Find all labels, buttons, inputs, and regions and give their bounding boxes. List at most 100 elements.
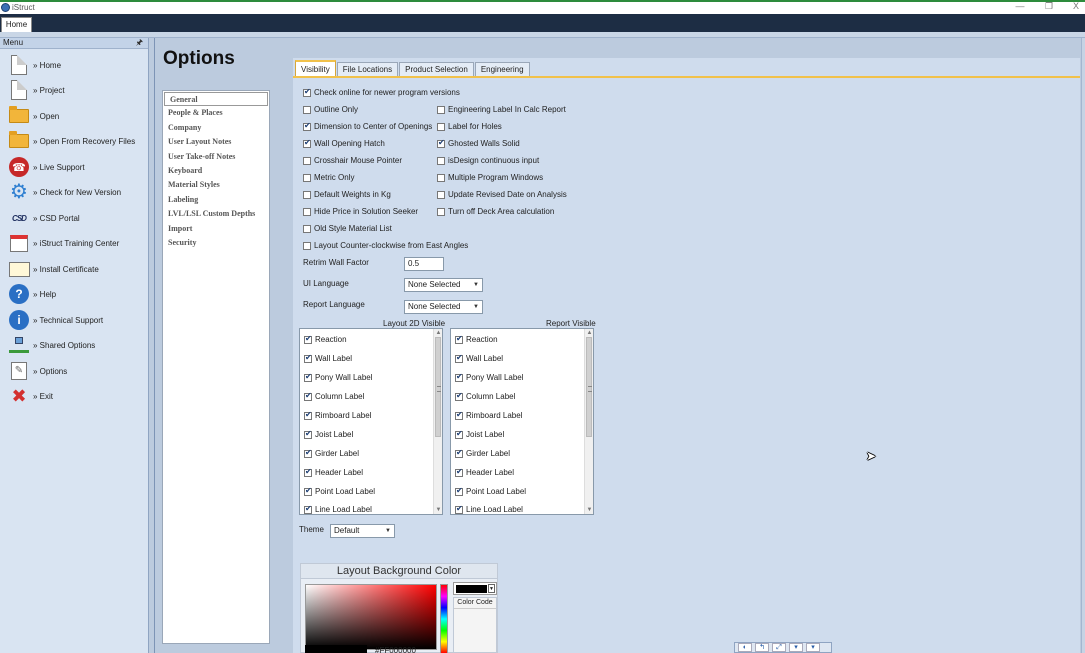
menu-item-live-support[interactable]: ☎ » Live Support bbox=[8, 155, 146, 179]
menu-item-help[interactable]: ? » Help bbox=[8, 282, 146, 306]
scroll-down-icon[interactable]: ▼ bbox=[434, 507, 442, 513]
dimension-center-openings-option[interactable]: Dimension to Center of Openings bbox=[303, 121, 432, 132]
list-item[interactable]: Wall Label bbox=[304, 353, 352, 364]
list-item[interactable]: Wall Label bbox=[455, 353, 503, 364]
list-item[interactable]: Rimboard Label bbox=[455, 410, 522, 421]
category-import[interactable]: Import bbox=[163, 222, 269, 236]
checkbox[interactable] bbox=[455, 504, 463, 514]
category-lvl-lsl-custom-depths[interactable]: LVL/LSL Custom Depths bbox=[163, 207, 269, 221]
update-revised-date-option[interactable]: Update Revised Date on Analysis bbox=[437, 189, 567, 200]
list-item[interactable]: Girder Label bbox=[455, 448, 510, 459]
checkbox[interactable] bbox=[455, 372, 463, 382]
scroll-thumb[interactable] bbox=[586, 337, 592, 437]
menu-item-home[interactable]: » Home bbox=[8, 53, 146, 77]
checkbox[interactable] bbox=[303, 190, 311, 199]
list-item[interactable]: Joist Label bbox=[455, 429, 504, 440]
checkbox[interactable] bbox=[304, 353, 312, 363]
tab-visibility[interactable]: Visibility bbox=[295, 60, 336, 76]
category-company[interactable]: Company bbox=[163, 121, 269, 135]
category-user-layout-notes[interactable]: User Layout Notes bbox=[163, 135, 269, 149]
menu-item-open[interactable]: » Open bbox=[8, 104, 146, 128]
undo-icon[interactable]: ↰ bbox=[755, 643, 769, 652]
category-material-styles[interactable]: Material Styles bbox=[163, 178, 269, 192]
hide-price-option[interactable]: Hide Price in Solution Seeker bbox=[303, 206, 418, 217]
scroll-thumb[interactable] bbox=[435, 337, 441, 437]
checkbox[interactable] bbox=[303, 138, 311, 148]
checkbox[interactable] bbox=[455, 448, 463, 458]
category-security[interactable]: Security bbox=[163, 236, 269, 250]
menu-item-install-certificate[interactable]: » Install Certificate bbox=[8, 257, 146, 281]
color-dropdown[interactable]: ▼ bbox=[453, 582, 497, 595]
checkbox[interactable] bbox=[455, 429, 463, 439]
list-item[interactable]: Reaction bbox=[304, 334, 347, 345]
list-item[interactable]: Point Load Label bbox=[304, 486, 375, 497]
hue-slider[interactable] bbox=[440, 584, 448, 653]
close-button[interactable]: X bbox=[1066, 1, 1085, 11]
category-people-places[interactable]: People & Places bbox=[163, 106, 269, 120]
isdesign-continuous-option[interactable]: isDesign continuous input bbox=[437, 155, 539, 166]
checkbox[interactable] bbox=[304, 410, 312, 420]
checkbox[interactable] bbox=[437, 138, 445, 148]
check-online-option[interactable]: Check online for newer program versions bbox=[303, 87, 460, 98]
pin-icon[interactable]: 🖈 bbox=[136, 38, 143, 48]
menu-item-open-recovery[interactable]: » Open From Recovery Files bbox=[8, 129, 146, 153]
checkbox[interactable] bbox=[455, 486, 463, 496]
checkbox[interactable] bbox=[304, 448, 312, 458]
list-item[interactable]: Rimboard Label bbox=[304, 410, 371, 421]
ribbon-tab-home[interactable]: Home bbox=[1, 17, 32, 32]
ui-language-select[interactable]: None Selected ▼ bbox=[404, 278, 483, 292]
report-list-scrollbar[interactable]: ▲ ▼ bbox=[584, 329, 593, 514]
tab-engineering[interactable]: Engineering bbox=[474, 62, 530, 76]
checkbox[interactable] bbox=[304, 504, 312, 514]
checkbox[interactable] bbox=[437, 207, 445, 216]
comment-icon[interactable]: ▾ bbox=[789, 643, 803, 652]
checkbox[interactable] bbox=[304, 429, 312, 439]
menu-item-shared-options[interactable]: » Shared Options bbox=[8, 333, 146, 357]
chevron-down-icon[interactable]: ▾ bbox=[806, 643, 820, 652]
layout-counter-clockwise-option[interactable]: Layout Counter-clockwise from East Angle… bbox=[303, 240, 468, 251]
list-item[interactable]: Point Load Label bbox=[455, 486, 526, 497]
color-hex-value[interactable]: #FF000000 bbox=[375, 646, 416, 653]
scroll-up-icon[interactable]: ▲ bbox=[585, 330, 593, 336]
menu-item-project[interactable]: » Project bbox=[8, 78, 146, 102]
menu-item-check-version[interactable]: ⚙ » Check for New Version bbox=[8, 180, 146, 204]
checkbox[interactable] bbox=[303, 207, 311, 216]
checkbox[interactable] bbox=[437, 173, 445, 182]
crosshair-mouse-option[interactable]: Crosshair Mouse Pointer bbox=[303, 155, 402, 166]
checkbox[interactable] bbox=[303, 121, 311, 131]
checkbox[interactable] bbox=[304, 391, 312, 401]
list-item[interactable]: Pony Wall Label bbox=[304, 372, 373, 383]
multiple-program-windows-option[interactable]: Multiple Program Windows bbox=[437, 172, 543, 183]
list-item[interactable]: Line Load Label bbox=[455, 504, 523, 514]
wall-opening-hatch-option[interactable]: Wall Opening Hatch bbox=[303, 138, 385, 149]
menu-item-technical-support[interactable]: i » Technical Support bbox=[8, 308, 146, 332]
report-language-select[interactable]: None Selected ▼ bbox=[404, 300, 483, 314]
checkbox[interactable] bbox=[303, 156, 311, 165]
list-item[interactable]: Header Label bbox=[304, 467, 363, 478]
tab-file-locations[interactable]: File Locations bbox=[336, 62, 399, 76]
checkbox[interactable] bbox=[303, 87, 311, 97]
list-item[interactable]: Joist Label bbox=[304, 429, 353, 440]
outline-only-option[interactable]: Outline Only bbox=[303, 104, 358, 115]
checkbox[interactable] bbox=[455, 467, 463, 477]
checkbox[interactable] bbox=[303, 241, 311, 250]
restore-button[interactable]: ❐ bbox=[1039, 1, 1059, 12]
globe-icon[interactable]: ◐ bbox=[738, 643, 752, 652]
menu-item-csd-portal[interactable]: CSD » CSD Portal bbox=[8, 206, 146, 230]
retrim-wall-factor-input[interactable]: 0.5 bbox=[404, 257, 444, 271]
menu-item-exit[interactable]: ✖ » Exit bbox=[8, 384, 146, 408]
checkbox[interactable] bbox=[437, 156, 445, 165]
expand-icon[interactable]: ⤢ bbox=[772, 643, 786, 652]
category-labeling[interactable]: Labeling bbox=[163, 193, 269, 207]
checkbox[interactable] bbox=[437, 105, 445, 114]
list-item[interactable]: Pony Wall Label bbox=[455, 372, 524, 383]
minimize-button[interactable]: — bbox=[1010, 1, 1030, 11]
default-weights-kg-option[interactable]: Default Weights in Kg bbox=[303, 189, 391, 200]
checkbox[interactable] bbox=[455, 353, 463, 363]
layout-visible-list[interactable]: Reaction Wall Label Pony Wall Label Colu… bbox=[299, 328, 443, 515]
color-gradient-area[interactable] bbox=[305, 584, 437, 650]
checkbox[interactable] bbox=[455, 391, 463, 401]
checkbox[interactable] bbox=[455, 410, 463, 420]
report-visible-list[interactable]: Reaction Wall Label Pony Wall Label Colu… bbox=[450, 328, 594, 515]
list-item[interactable]: Line Load Label bbox=[304, 504, 372, 514]
